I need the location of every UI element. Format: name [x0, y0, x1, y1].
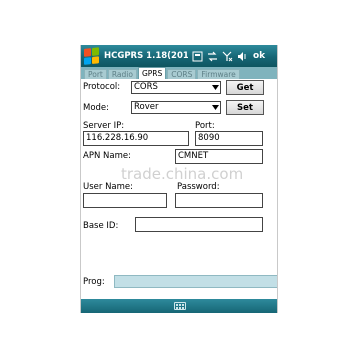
- port-label: Port:: [195, 121, 215, 131]
- chevron-down-icon[interactable]: [210, 102, 220, 113]
- protocol-select[interactable]: CORS: [131, 81, 221, 94]
- tab-gprs[interactable]: GPRS: [137, 67, 167, 79]
- protocol-label: Protocol:: [83, 82, 121, 92]
- watermark: trade.china.com: [121, 165, 244, 183]
- app-title: HCGPRS 1.18(2010: [104, 51, 188, 61]
- mode-select[interactable]: Rover: [131, 101, 221, 114]
- get-button[interactable]: Get: [226, 80, 264, 95]
- title-bar: HCGPRS 1.18(2010 ok: [81, 45, 277, 67]
- port-input[interactable]: 8090: [195, 131, 263, 146]
- sync-icon[interactable]: [206, 50, 218, 62]
- ok-button[interactable]: ok: [253, 51, 265, 61]
- mode-value: Rover: [134, 102, 159, 112]
- bottom-bar: [81, 299, 277, 313]
- user-name-label: User Name:: [83, 182, 134, 192]
- tab-port[interactable]: Port: [84, 69, 107, 79]
- volume-icon[interactable]: [236, 50, 248, 62]
- password-input[interactable]: [175, 193, 263, 208]
- protocol-value: CORS: [134, 82, 158, 92]
- tab-radio[interactable]: Radio: [107, 69, 137, 79]
- tab-firmware[interactable]: Firmware: [197, 69, 240, 79]
- tab-strip: Port Radio GPRS CORS Firmware: [81, 67, 277, 79]
- set-button[interactable]: Set: [226, 100, 264, 115]
- server-ip-label: Server IP:: [83, 121, 125, 131]
- progress-bar: [114, 275, 277, 288]
- apn-label: APN Name:: [83, 151, 131, 161]
- chevron-down-icon[interactable]: [210, 82, 220, 93]
- password-label: Password:: [177, 182, 220, 192]
- prog-label: Prog:: [83, 277, 105, 287]
- apn-input[interactable]: CMNET: [175, 149, 263, 164]
- signal-icon[interactable]: [221, 50, 233, 62]
- gprs-form: Protocol: CORS Get Mode: Rover Set Serve…: [81, 79, 277, 313]
- base-id-input[interactable]: [135, 217, 263, 232]
- windows-start-icon[interactable]: [84, 47, 100, 65]
- keyboard-icon[interactable]: [174, 302, 186, 310]
- base-id-label: Base ID:: [83, 221, 119, 231]
- tab-cors[interactable]: CORS: [167, 69, 197, 79]
- clock-icon[interactable]: [191, 50, 203, 62]
- user-name-input[interactable]: [83, 193, 167, 208]
- server-ip-input[interactable]: 116.228.16.90: [83, 131, 189, 146]
- mode-label: Mode:: [83, 103, 110, 113]
